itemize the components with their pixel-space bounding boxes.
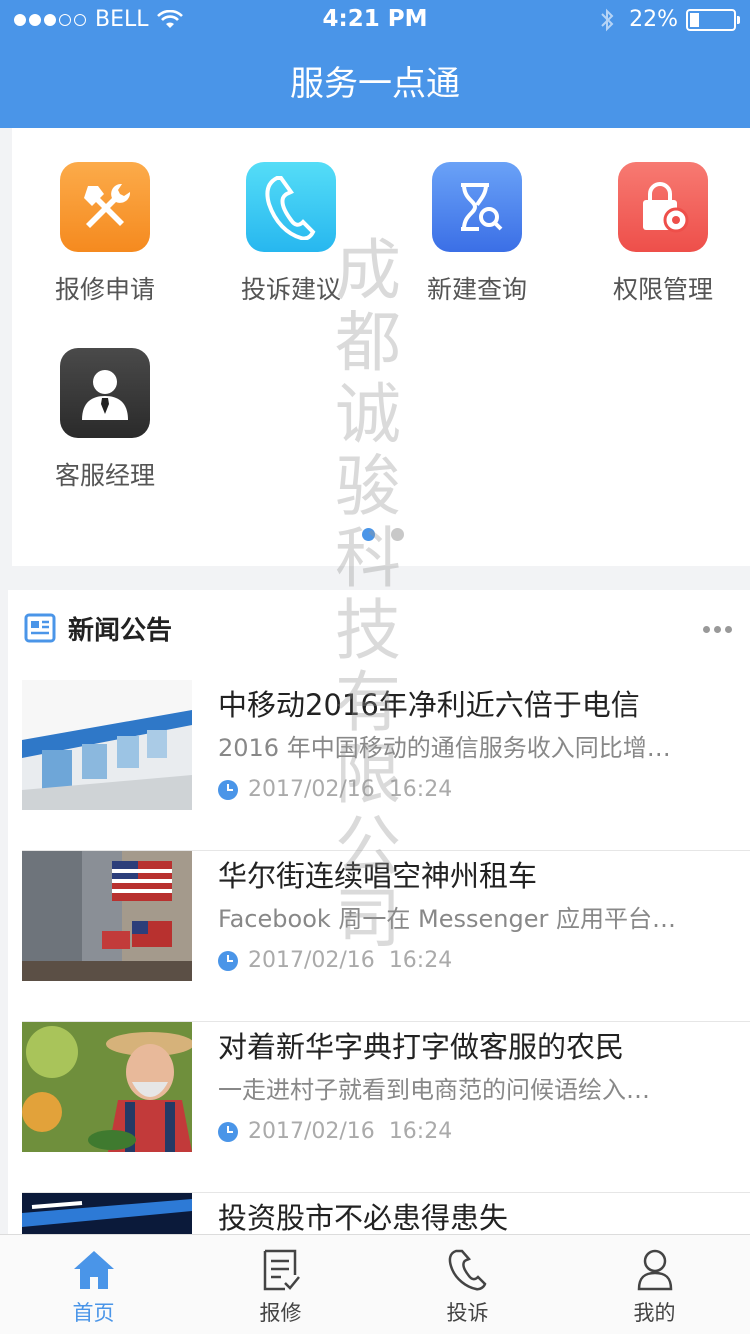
news-item-summary: 一走进村子就看到电商范的问候语绘入…	[218, 1076, 650, 1104]
hourglass-search-icon	[432, 162, 522, 252]
menu-item-query[interactable]: 新建查询	[384, 162, 570, 306]
menu-label: 新建查询	[426, 275, 527, 304]
menu-item-repair[interactable]: 报修申请	[12, 162, 198, 306]
news-thumbnail	[22, 851, 192, 981]
tools-icon	[60, 162, 150, 252]
menu-label: 报修申请	[54, 275, 155, 304]
news-item-title: 中移动2016年净利近六倍于电信	[218, 688, 640, 722]
menu-label: 客服经理	[54, 461, 155, 490]
page-indicator[interactable]	[354, 528, 412, 541]
news-item-date: 2017/02/16	[248, 948, 375, 973]
news-item-summary: Facebook 周一在 Messenger 应用平台…	[218, 905, 676, 933]
news-section: 新闻公告 中移动2016年净利近六倍于电信 2016 年中国移动的通信服务收入同…	[8, 590, 750, 1234]
tab-complaint[interactable]: 投诉	[374, 1235, 561, 1334]
status-right: 22%	[599, 7, 740, 32]
news-item-meta: 2017/02/16 16:24	[218, 948, 452, 973]
lock-gear-icon	[618, 162, 708, 252]
page-title: 服务一点通	[290, 64, 460, 104]
tab-mine[interactable]: 我的	[561, 1235, 748, 1334]
news-item-title: 华尔街连续唱空神州租车	[218, 859, 538, 893]
page-dot-active[interactable]	[362, 528, 375, 541]
news-item-date: 2017/02/16	[248, 1119, 375, 1144]
status-bar: BELL 4:21 PM 22%	[0, 0, 750, 40]
manager-icon	[60, 348, 150, 438]
page-dot[interactable]	[391, 528, 404, 541]
battery-percent: 22%	[629, 7, 678, 32]
news-item[interactable]: 对着新华字典打字做客服的农民 一走进村子就看到电商范的问候语绘入… 2017/0…	[22, 1022, 750, 1193]
news-item-date: 2017/02/16	[248, 777, 375, 802]
home-icon	[73, 1251, 114, 1289]
news-header: 新闻公告	[8, 590, 750, 668]
clock-icon	[218, 779, 238, 800]
tab-bar: 首页 报修 投诉 我的	[0, 1234, 750, 1334]
news-item-meta: 2017/02/16 16:24	[218, 1119, 452, 1144]
clock-icon	[218, 950, 238, 971]
news-thumbnail	[22, 1193, 192, 1234]
phone-icon	[246, 162, 336, 252]
menu-label: 投诉建议	[240, 275, 341, 304]
news-item[interactable]: 华尔街连续唱空神州租车 Facebook 周一在 Messenger 应用平台……	[22, 851, 750, 1022]
user-icon	[637, 1249, 672, 1291]
tab-repair[interactable]: 报修	[187, 1235, 374, 1334]
news-item[interactable]: 投资股市不必患得患失	[22, 1193, 750, 1234]
bluetooth-icon	[601, 8, 614, 31]
repair-list-icon	[263, 1249, 300, 1291]
tab-label: 我的	[633, 1301, 676, 1325]
service-menu: 报修申请 投诉建议 新建查询 权限管理 客服经理	[12, 128, 750, 566]
menu-item-manager[interactable]: 客服经理	[12, 348, 198, 492]
nav-bar: 服务一点通	[0, 40, 750, 128]
battery-icon	[686, 8, 740, 31]
menu-label: 权限管理	[612, 275, 713, 304]
menu-item-complaint[interactable]: 投诉建议	[198, 162, 384, 306]
news-thumbnail	[22, 680, 192, 810]
news-icon	[24, 613, 56, 643]
news-thumbnail	[22, 1022, 192, 1152]
clock-icon	[218, 1121, 238, 1142]
news-item-time: 16:24	[388, 777, 453, 802]
tab-label: 投诉	[446, 1301, 489, 1325]
tab-label: 首页	[72, 1301, 115, 1325]
tab-home[interactable]: 首页	[0, 1235, 187, 1334]
phone-icon	[448, 1249, 486, 1291]
more-icon[interactable]	[699, 626, 732, 633]
news-title: 新闻公告	[68, 616, 173, 646]
tab-label: 报修	[259, 1301, 302, 1325]
news-item-title: 投资股市不必患得患失	[218, 1201, 509, 1234]
news-item-title: 对着新华字典打字做客服的农民	[218, 1030, 625, 1064]
news-item-meta: 2017/02/16 16:24	[218, 777, 452, 802]
news-item-time: 16:24	[388, 1119, 453, 1144]
news-item-time: 16:24	[388, 948, 453, 973]
menu-item-permission[interactable]: 权限管理	[570, 162, 750, 306]
news-item[interactable]: 中移动2016年净利近六倍于电信 2016 年中国移动的通信服务收入同比增… 2…	[22, 680, 750, 851]
news-item-summary: 2016 年中国移动的通信服务收入同比增…	[218, 734, 671, 762]
